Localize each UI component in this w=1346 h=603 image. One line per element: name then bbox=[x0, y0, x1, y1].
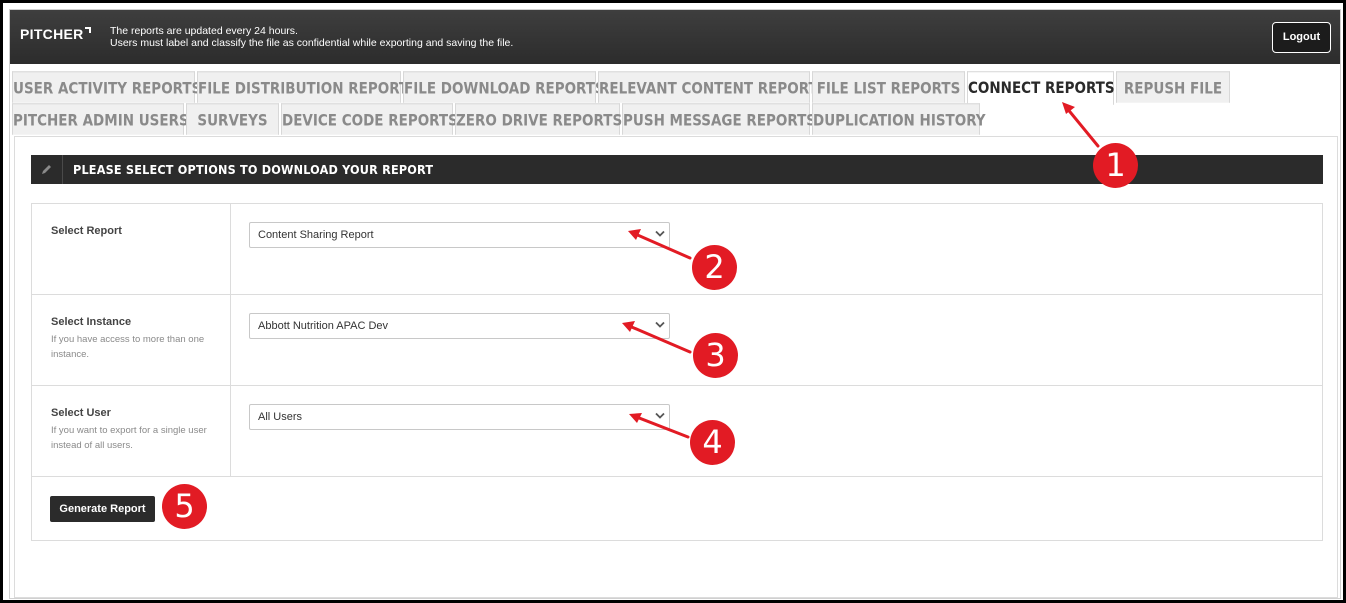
annotation-badge-3: 3 bbox=[693, 333, 738, 378]
logo-mark-icon bbox=[84, 27, 91, 33]
tab-surveys[interactable]: SURVEYS bbox=[186, 103, 279, 135]
select-user-help: If you want to export for a single user … bbox=[51, 425, 207, 451]
pencil-icon bbox=[42, 165, 51, 174]
select-instance-dropdown[interactable]: Abbott Nutrition APAC Dev bbox=[249, 313, 670, 339]
tab-user-activity-reports[interactable]: USER ACTIVITY REPORTS bbox=[12, 71, 201, 103]
tab-duplication-history[interactable]: DUPLICATION HISTORY bbox=[812, 103, 986, 135]
logout-button[interactable]: Logout bbox=[1272, 22, 1331, 53]
select-user-dropdown[interactable]: All Users bbox=[249, 404, 670, 430]
select-instance-value: Abbott Nutrition APAC Dev bbox=[258, 320, 389, 332]
report-panel: PLEASE SELECT OPTIONS TO DOWNLOAD YOUR R… bbox=[14, 136, 1338, 598]
generate-report-button[interactable]: Generate Report bbox=[50, 496, 155, 522]
annotation-badge-2: 2 bbox=[692, 245, 737, 290]
tab-file-download-reports[interactable]: FILE DOWNLOAD REPORTS bbox=[403, 71, 605, 103]
update-notice: The reports are updated every 24 hours. … bbox=[110, 25, 513, 49]
chevron-down-icon bbox=[655, 230, 665, 237]
select-report-value: Content Sharing Report bbox=[258, 229, 374, 241]
report-options-form: Select Report Content Sharing Report Sel… bbox=[31, 203, 1323, 541]
row-select-instance: Select Instance If you have access to mo… bbox=[32, 295, 1322, 386]
select-instance-help: If you have access to more than one inst… bbox=[51, 334, 205, 360]
annotation-badge-4: 4 bbox=[690, 420, 735, 465]
tab-relevant-content-reports[interactable]: RELEVANT CONTENT REPORTS bbox=[598, 71, 827, 103]
report-tabs: USER ACTIVITY REPORTS FILE DISTRIBUTION … bbox=[10, 71, 1340, 136]
tab-file-distribution-reports[interactable]: FILE DISTRIBUTION REPORTS bbox=[197, 71, 418, 103]
pitcher-logo: PITCHER bbox=[20, 26, 91, 42]
label-column: Select Report bbox=[32, 204, 231, 294]
select-instance-label: Select Instance bbox=[51, 316, 132, 328]
row-select-user: Select User If you want to export for a … bbox=[32, 386, 1322, 477]
select-user-label: Select User bbox=[51, 407, 111, 419]
chevron-down-icon bbox=[655, 321, 665, 328]
notice-line-2: Users must label and classify the file a… bbox=[110, 37, 514, 49]
label-column: Select User If you want to export for a … bbox=[32, 386, 231, 476]
select-report-dropdown[interactable]: Content Sharing Report bbox=[249, 222, 670, 248]
section-title: PLEASE SELECT OPTIONS TO DOWNLOAD YOUR R… bbox=[73, 162, 434, 177]
logo-text: PITCHER bbox=[20, 26, 84, 42]
tab-repush-file[interactable]: REPUSH FILE bbox=[1116, 71, 1230, 103]
chevron-down-icon bbox=[655, 412, 665, 419]
notice-line-1: The reports are updated every 24 hours. bbox=[110, 25, 298, 37]
tab-file-list-reports[interactable]: FILE LIST REPORTS bbox=[812, 71, 965, 103]
tab-pitcher-admin-users[interactable]: PITCHER ADMIN USERS bbox=[12, 103, 189, 135]
tab-zero-drive-reports[interactable]: ZERO DRIVE REPORTS bbox=[455, 103, 622, 135]
tab-device-code-reports[interactable]: DEVICE CODE REPORTS bbox=[281, 103, 458, 135]
row-select-report: Select Report Content Sharing Report bbox=[32, 204, 1322, 295]
app-window: PITCHER The reports are updated every 24… bbox=[9, 9, 1341, 599]
label-column: Select Instance If you have access to mo… bbox=[32, 295, 231, 385]
top-bar: PITCHER The reports are updated every 24… bbox=[10, 10, 1340, 64]
annotation-badge-5: 5 bbox=[162, 484, 207, 529]
annotation-badge-1: 1 bbox=[1093, 143, 1138, 188]
select-user-value: All Users bbox=[258, 411, 303, 423]
section-icon-box bbox=[31, 155, 63, 184]
tab-push-message-reports[interactable]: PUSH MESSAGE REPORTS bbox=[622, 103, 816, 135]
tab-connect-reports[interactable]: CONNECT REPORTS bbox=[967, 71, 1115, 105]
select-report-label: Select Report bbox=[51, 225, 122, 237]
